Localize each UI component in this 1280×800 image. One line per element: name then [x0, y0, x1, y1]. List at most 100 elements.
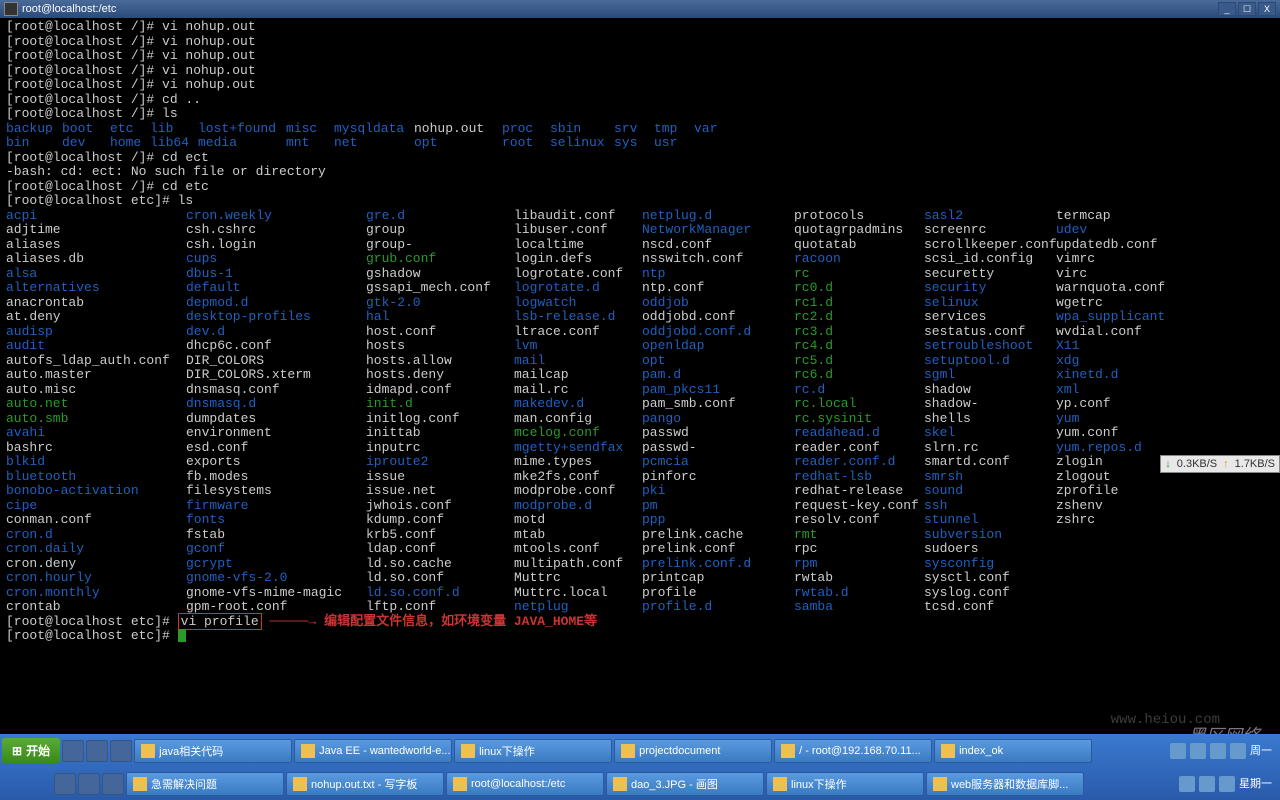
terminal-line: [root@localhost etc]# ls — [6, 194, 1274, 209]
ls-row: avahienvironmentinittabmcelog.confpasswd… — [6, 426, 1274, 441]
terminal-line: [root@localhost /]# vi nohup.out — [6, 35, 1274, 50]
ls-row: cron.monthlygnome-vfs-mime-magicld.so.co… — [6, 586, 1274, 601]
quicklaunch-icon[interactable] — [102, 773, 124, 795]
ls-row: cron.hourlygnome-vfs-2.0ld.so.confMuttrc… — [6, 571, 1274, 586]
taskbar-item[interactable]: projectdocument — [614, 739, 772, 763]
upload-speed: 1.7KB/S — [1235, 458, 1275, 470]
terminal-line: [root@localhost etc]# — [6, 629, 1274, 644]
clock-day: 星期一 — [1239, 778, 1272, 790]
tray-icon[interactable] — [1179, 776, 1195, 792]
quicklaunch-icon[interactable] — [86, 740, 108, 762]
taskbar-item[interactable]: 急需解决问题 — [126, 772, 284, 796]
ls-row: cron.denygcryptld.so.cachemultipath.conf… — [6, 557, 1274, 572]
tray-icon[interactable] — [1210, 743, 1226, 759]
taskbar-item[interactable]: Java EE - wantedworld-e... — [294, 739, 452, 763]
ls-row: aliases.dbcupsgrub.conflogin.defsnsswitc… — [6, 252, 1274, 267]
start-button[interactable]: ⊞ 开始 — [2, 738, 60, 763]
ls-row: auto.netdnsmasq.dinit.dmakedev.dpam_smb.… — [6, 397, 1274, 412]
taskbar-item[interactable]: nohup.out.txt - 写字板 — [286, 772, 444, 796]
ls-row: auto.smbdumpdatesinitlog.confman.configp… — [6, 412, 1274, 427]
terminal-line: [root@localhost etc]# vi profile ─────→ … — [6, 615, 1274, 630]
ls-row: acpicron.weeklygre.dlibaudit.confnetplug… — [6, 209, 1274, 224]
taskbar-item[interactable]: linux下操作 — [766, 772, 924, 796]
terminal-line: [root@localhost /]# cd ect — [6, 151, 1274, 166]
tray-icon[interactable] — [1170, 743, 1186, 759]
download-speed: 0.3KB/S — [1177, 458, 1217, 470]
ls-row: cipefirmwarejwhois.confmodprobe.dpmreque… — [6, 499, 1274, 514]
tray-icon[interactable] — [1190, 743, 1206, 759]
ls-row: auditdhcp6c.confhostslvmopenldaprc4.dset… — [6, 339, 1274, 354]
cursor — [178, 629, 186, 642]
ls-row: bluetoothfb.modesissuemke2fs.confpinforc… — [6, 470, 1274, 485]
minimize-button[interactable]: _ — [1218, 2, 1236, 16]
ls-row: cron.dfstabkrb5.confmtabprelink.cachermt… — [6, 528, 1274, 543]
taskbar-item[interactable]: web服务器和数据库脚... — [926, 772, 1084, 796]
task-icon — [141, 744, 155, 758]
tray-icon[interactable] — [1199, 776, 1215, 792]
ls-row: aliasescsh.logingroup-localtimenscd.conf… — [6, 238, 1274, 253]
task-icon — [461, 744, 475, 758]
task-icon — [781, 744, 795, 758]
task-icon — [301, 744, 315, 758]
network-speed-widget: ↓ 0.3KB/S ↑ 1.7KB/S — [1160, 455, 1280, 473]
ls-row: audispdev.dhost.confltrace.confoddjobd.c… — [6, 325, 1274, 340]
quicklaunch-icon[interactable] — [78, 773, 100, 795]
taskbar-item[interactable]: root@localhost:/etc — [446, 772, 604, 796]
terminal[interactable]: [root@localhost /]# vi nohup.out[root@lo… — [0, 18, 1280, 732]
ls-row: autofs_ldap_auth.confDIR_COLORShosts.all… — [6, 354, 1274, 369]
close-button[interactable]: X — [1258, 2, 1276, 16]
tray-icon[interactable] — [1230, 743, 1246, 759]
terminal-line: [root@localhost /]# vi nohup.out — [6, 20, 1274, 35]
app-icon — [4, 2, 18, 16]
taskbar-item[interactable]: java相关代码 — [134, 739, 292, 763]
task-icon — [941, 744, 955, 758]
taskbar-item[interactable]: index_ok — [934, 739, 1092, 763]
task-icon — [613, 777, 627, 791]
quicklaunch-icon[interactable] — [110, 740, 132, 762]
window-title: root@localhost:/etc — [22, 3, 1218, 15]
ls-row: at.denydesktop-profileshallsb-release.do… — [6, 310, 1274, 325]
task-icon — [133, 777, 147, 791]
ls-row: backupbootetcliblost+foundmiscmysqldatan… — [6, 122, 1274, 137]
task-icon — [773, 777, 787, 791]
clock[interactable]: 周一 — [1250, 745, 1272, 757]
ls-row: adjtimecsh.cshrcgrouplibuser.confNetwork… — [6, 223, 1274, 238]
maximize-button[interactable]: ☐ — [1238, 2, 1256, 16]
windows-icon: ⊞ — [12, 744, 22, 758]
terminal-line: [root@localhost /]# vi nohup.out — [6, 49, 1274, 64]
upload-icon: ↑ — [1223, 458, 1229, 470]
arrow-icon: ─────→ — [262, 614, 324, 629]
download-icon: ↓ — [1165, 458, 1171, 470]
taskbar: ⊞ 开始 java相关代码Java EE - wantedworld-e...l… — [0, 734, 1280, 800]
annotation-text: 编辑配置文件信息，如环境变量 JAVA_HOME等 — [324, 614, 597, 629]
system-tray: 周一 — [1164, 743, 1278, 759]
taskbar-item[interactable]: dao_3.JPG - 画图 — [606, 772, 764, 796]
terminal-line: [root@localhost /]# cd .. — [6, 93, 1274, 108]
ls-row: bindevhomelib64mediamntnetoptrootselinux… — [6, 136, 1274, 151]
quicklaunch-icon[interactable] — [54, 773, 76, 795]
terminal-line: [root@localhost /]# cd etc — [6, 180, 1274, 195]
terminal-line: -bash: cd: ect: No such file or director… — [6, 165, 1274, 180]
ls-row: blkidexportsiproute2mime.typespcmciaread… — [6, 455, 1274, 470]
terminal-line: [root@localhost /]# vi nohup.out — [6, 64, 1274, 79]
task-icon — [933, 777, 947, 791]
ls-row: cron.dailygconfldap.confmtools.confpreli… — [6, 542, 1274, 557]
tray-icon[interactable] — [1219, 776, 1235, 792]
ls-row: alternativesdefaultgssapi_mech.conflogro… — [6, 281, 1274, 296]
ls-row: auto.masterDIR_COLORS.xtermhosts.denymai… — [6, 368, 1274, 383]
taskbar-item[interactable]: linux下操作 — [454, 739, 612, 763]
terminal-line: [root@localhost /]# vi nohup.out — [6, 78, 1274, 93]
task-icon — [621, 744, 635, 758]
command-highlight: vi profile — [178, 613, 262, 630]
task-icon — [293, 777, 307, 791]
ls-row: auto.miscdnsmasq.confidmapd.confmail.rcp… — [6, 383, 1274, 398]
window-titlebar: root@localhost:/etc _ ☐ X — [0, 0, 1280, 18]
taskbar-item[interactable]: / - root@192.168.70.11... — [774, 739, 932, 763]
quicklaunch-icon[interactable] — [62, 740, 84, 762]
ls-row: conman.conffontskdump.confmotdpppresolv.… — [6, 513, 1274, 528]
ls-row: anacrontabdepmod.dgtk-2.0logwatchoddjobr… — [6, 296, 1274, 311]
task-icon — [453, 777, 467, 791]
ls-row: bonobo-activationfilesystemsissue.netmod… — [6, 484, 1274, 499]
ls-row: bashrcesd.confinputrcmgetty+sendfaxpassw… — [6, 441, 1274, 456]
ls-row: alsadbus-1gshadowlogrotate.confntprcsecu… — [6, 267, 1274, 282]
